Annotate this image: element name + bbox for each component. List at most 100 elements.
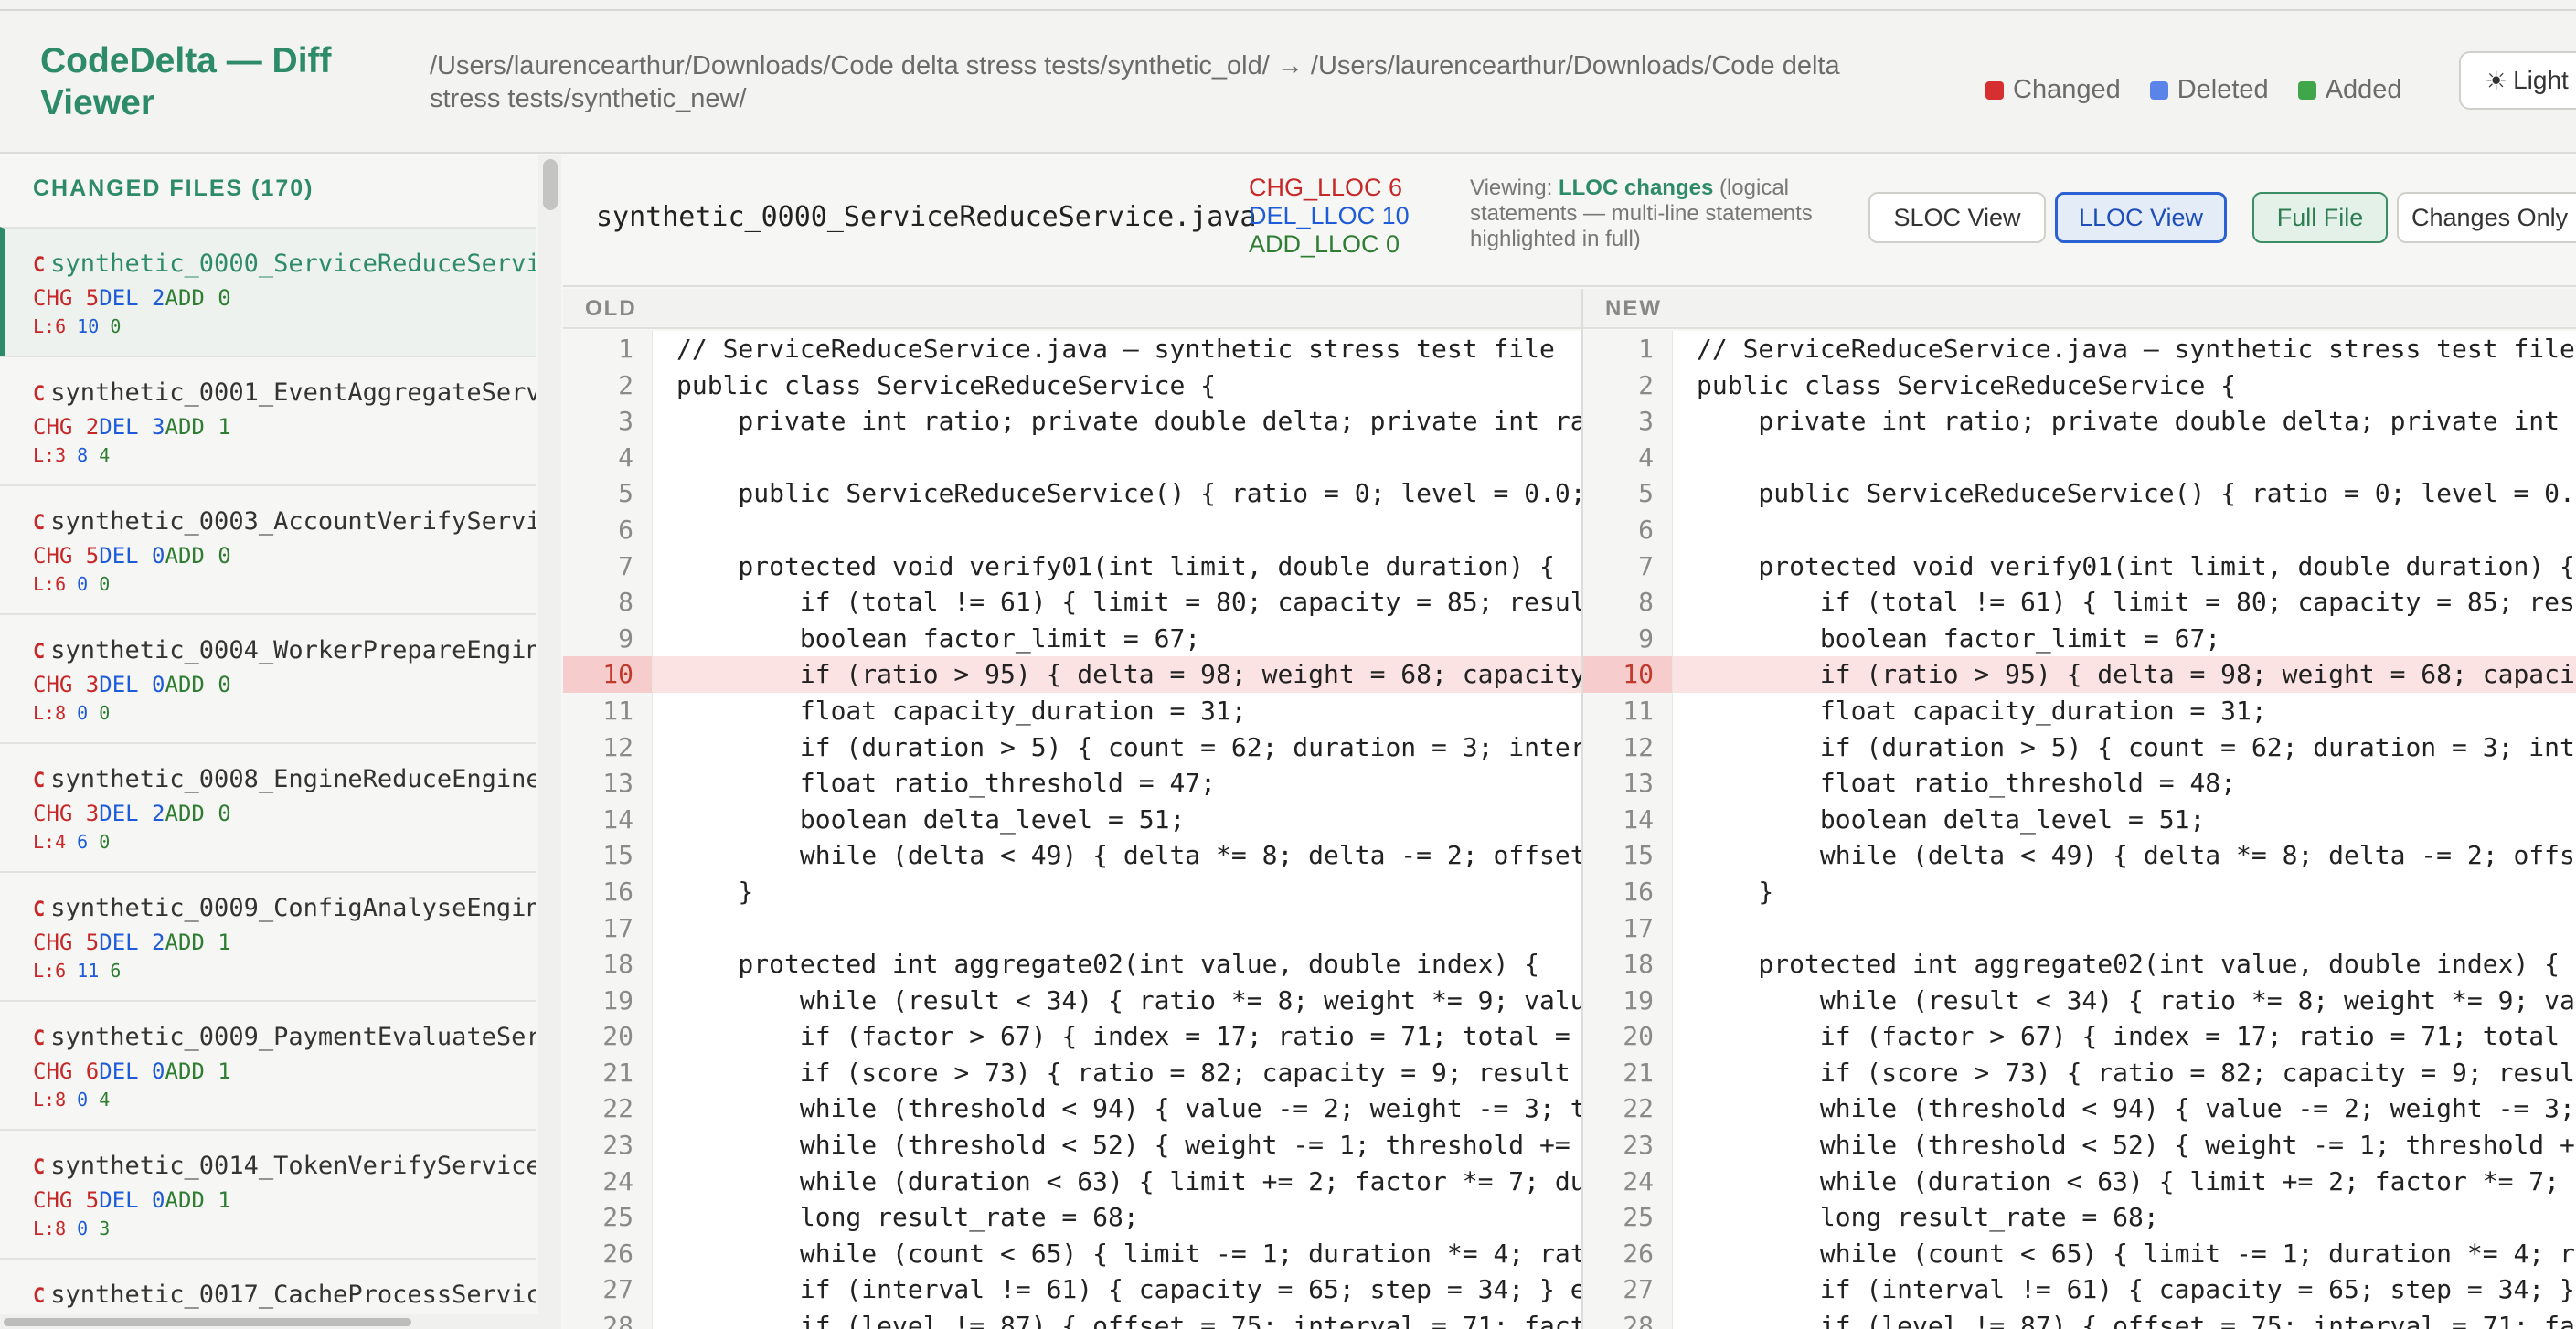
line-code: private int ratio; private double delta;… [1697, 406, 2576, 437]
code-line: 8 if (total != 61) { limit = 80; capacit… [563, 584, 1581, 621]
line-number: 12 [1583, 728, 1673, 766]
file-del-count: DEL 2 [99, 930, 165, 955]
code-line: 20 if (factor > 67) { index = 17; ratio … [1583, 1018, 2576, 1055]
sidebar-scrollbar[interactable] [538, 155, 561, 1329]
added-swatch-icon [2297, 80, 2316, 100]
file-name: synthetic_0001_EventAggregateService.jav… [50, 378, 536, 407]
file-del-count: DEL 0 [99, 672, 165, 697]
line-number: 6 [1583, 511, 1673, 548]
code-line: 26 while (count < 65) { limit -= 1; dura… [1583, 1235, 2576, 1272]
line-number: 18 [1583, 946, 1673, 983]
line-number: 23 [1583, 1127, 1673, 1164]
line-code: while (count < 65) { limit -= 1; duratio… [1697, 1238, 2576, 1269]
file-list-item[interactable]: Csynthetic_0014_TokenVerifyService.javaC… [0, 1129, 536, 1258]
line-code: protected int aggregate02(int value, dou… [1697, 949, 2560, 980]
compared-paths: /Users/laurencearthur/Downloads/Code del… [430, 51, 1840, 113]
file-name: synthetic_0014_TokenVerifyService.java [50, 1152, 536, 1180]
line-code: if (score > 73) { ratio = 82; capacity =… [676, 1057, 1581, 1088]
line-number: 26 [563, 1235, 653, 1272]
file-list-item[interactable]: Csynthetic_0009_ConfigAnalyseEngine.java… [0, 871, 536, 1000]
code-line: 28 if (level != 87) { offset = 75; inter… [563, 1308, 1581, 1329]
file-lloc-del: 0 [77, 573, 89, 595]
line-code: if (level != 87) { offset = 75; interval… [676, 1311, 1581, 1329]
line-number: 14 [1583, 801, 1673, 838]
lloc-view-button[interactable]: LLOC View [2055, 192, 2227, 243]
line-code: float capacity_duration = 31; [1697, 695, 2267, 726]
changes-only-button[interactable]: Changes Only [2397, 192, 2576, 243]
full-file-button[interactable]: Full File [2252, 192, 2388, 243]
chg-lloc: CHG_LLOC 6 [1249, 174, 1403, 201]
line-number: 17 [1583, 909, 1673, 947]
line-number: 9 [563, 620, 653, 657]
code-line: 7 protected void verify01(int limit, dou… [1583, 548, 2576, 585]
line-number: 28 [1583, 1308, 1673, 1329]
line-number: 2 [563, 367, 653, 404]
file-lloc-stats: L:8 0 4 [33, 1088, 536, 1111]
file-list: Csynthetic_0000_ServiceReduceService.jav… [0, 227, 536, 1329]
line-code: if (score > 73) { ratio = 82; capacity =… [1697, 1057, 2576, 1088]
file-list-item[interactable]: Csynthetic_0000_ServiceReduceService.jav… [0, 227, 536, 356]
sidebar-horizontal-scrollbar[interactable] [0, 1314, 538, 1329]
file-list-item[interactable]: Csynthetic_0001_EventAggregateService.ja… [0, 356, 536, 484]
line-code: if (interval != 61) { capacity = 65; ste… [676, 1274, 1581, 1305]
legend: Changed Deleted Added [1985, 75, 2432, 105]
file-list-item[interactable]: Csynthetic_0009_PaymentEvaluateService.j… [0, 1000, 536, 1129]
line-number: 5 [1583, 475, 1673, 512]
line-number: 20 [563, 1018, 653, 1055]
line-number: 28 [563, 1308, 653, 1329]
file-chg-count: CHG 5 [33, 285, 100, 311]
file-list-item[interactable]: Csynthetic_0008_EngineReduceEngine.javaC… [0, 742, 536, 871]
viewing-mode-text: Viewing: LLOC changes (logical statement… [1470, 175, 1881, 252]
file-name-row: Csynthetic_0014_TokenVerifyService.java [33, 1151, 536, 1184]
file-chg-count: CHG 5 [33, 1187, 100, 1213]
theme-toggle-label: Light [2513, 66, 2569, 94]
code-line: 20 if (factor > 67) { index = 17; ratio … [563, 1018, 1581, 1055]
file-name: synthetic_0017_CacheProcessService.java [50, 1281, 536, 1309]
viewing-mode: LLOC changes [1558, 175, 1714, 200]
file-chg-count: CHG 5 [33, 930, 100, 955]
line-code: long result_rate = 68; [1697, 1202, 2159, 1233]
code-line: 27 if (interval != 61) { capacity = 65; … [1583, 1271, 2576, 1309]
code-line: 8 if (total != 61) { limit = 80; capacit… [1583, 584, 2576, 621]
code-line: 17 [1583, 909, 2576, 947]
legend-changed: Changed [1985, 75, 2121, 105]
code-line: 26 while (count < 65) { limit -= 1; dura… [563, 1235, 1581, 1272]
file-lloc-stats: L:6 0 0 [33, 572, 536, 596]
file-lloc-del: 0 [77, 1089, 89, 1111]
line-code: while (result < 34) { ratio *= 8; weight… [676, 984, 1581, 1015]
file-lloc-stats: L:6 11 6 [33, 959, 536, 983]
file-lloc-chg: L:6 [33, 960, 67, 982]
file-lloc-stats: L:6 10 0 [33, 314, 536, 338]
line-number: 25 [563, 1199, 653, 1236]
line-number: 1 [563, 331, 653, 367]
line-number: 21 [1583, 1054, 1673, 1091]
changed-badge: C [33, 641, 46, 664]
line-code: boolean delta_level = 51; [1697, 803, 2206, 835]
line-code: while (threshold < 52) { weight -= 1; th… [1697, 1130, 2576, 1161]
code-line: 2 public class ServiceReduceService { [1583, 367, 2576, 404]
code-line: 1 // ServiceReduceService.java — syntheti… [563, 331, 1581, 367]
file-lloc-del: 0 [77, 1217, 89, 1239]
code-line: 6 [563, 511, 1581, 548]
file-lloc-chg: L:3 [33, 444, 67, 466]
file-lloc-chg: L:6 [33, 315, 67, 337]
file-list-item[interactable]: Csynthetic_0003_AccountVerifyService.jav… [0, 484, 536, 613]
sloc-view-button[interactable]: SLOC View [1868, 192, 2046, 243]
file-name-row: Csynthetic_0000_ServiceReduceService.jav… [33, 249, 536, 282]
file-lloc-del: 11 [77, 960, 100, 982]
line-number: 17 [563, 909, 653, 947]
file-add-count: ADD 1 [165, 1187, 231, 1213]
code-line: 15 while (delta < 49) { delta *= 8; delt… [563, 837, 1581, 874]
code-line: 4 [1583, 439, 2576, 476]
file-lloc-del: 6 [77, 831, 89, 853]
sidebar-scrollbar-thumb[interactable] [543, 159, 558, 210]
changed-badge: C [33, 1156, 46, 1179]
sidebar-horizontal-scrollbar-thumb[interactable] [4, 1318, 411, 1326]
theme-toggle-button[interactable]: ☀ Light [2459, 51, 2576, 110]
line-number: 12 [563, 728, 653, 766]
file-list-item[interactable]: Csynthetic_0004_WorkerPrepareEngine.java… [0, 613, 536, 742]
file-lloc-stats: L:3 8 4 [33, 443, 536, 467]
code-line: 22 while (threshold < 94) { value -= 2; … [1583, 1090, 2576, 1128]
file-lloc-chg: L:8 [33, 1089, 67, 1111]
